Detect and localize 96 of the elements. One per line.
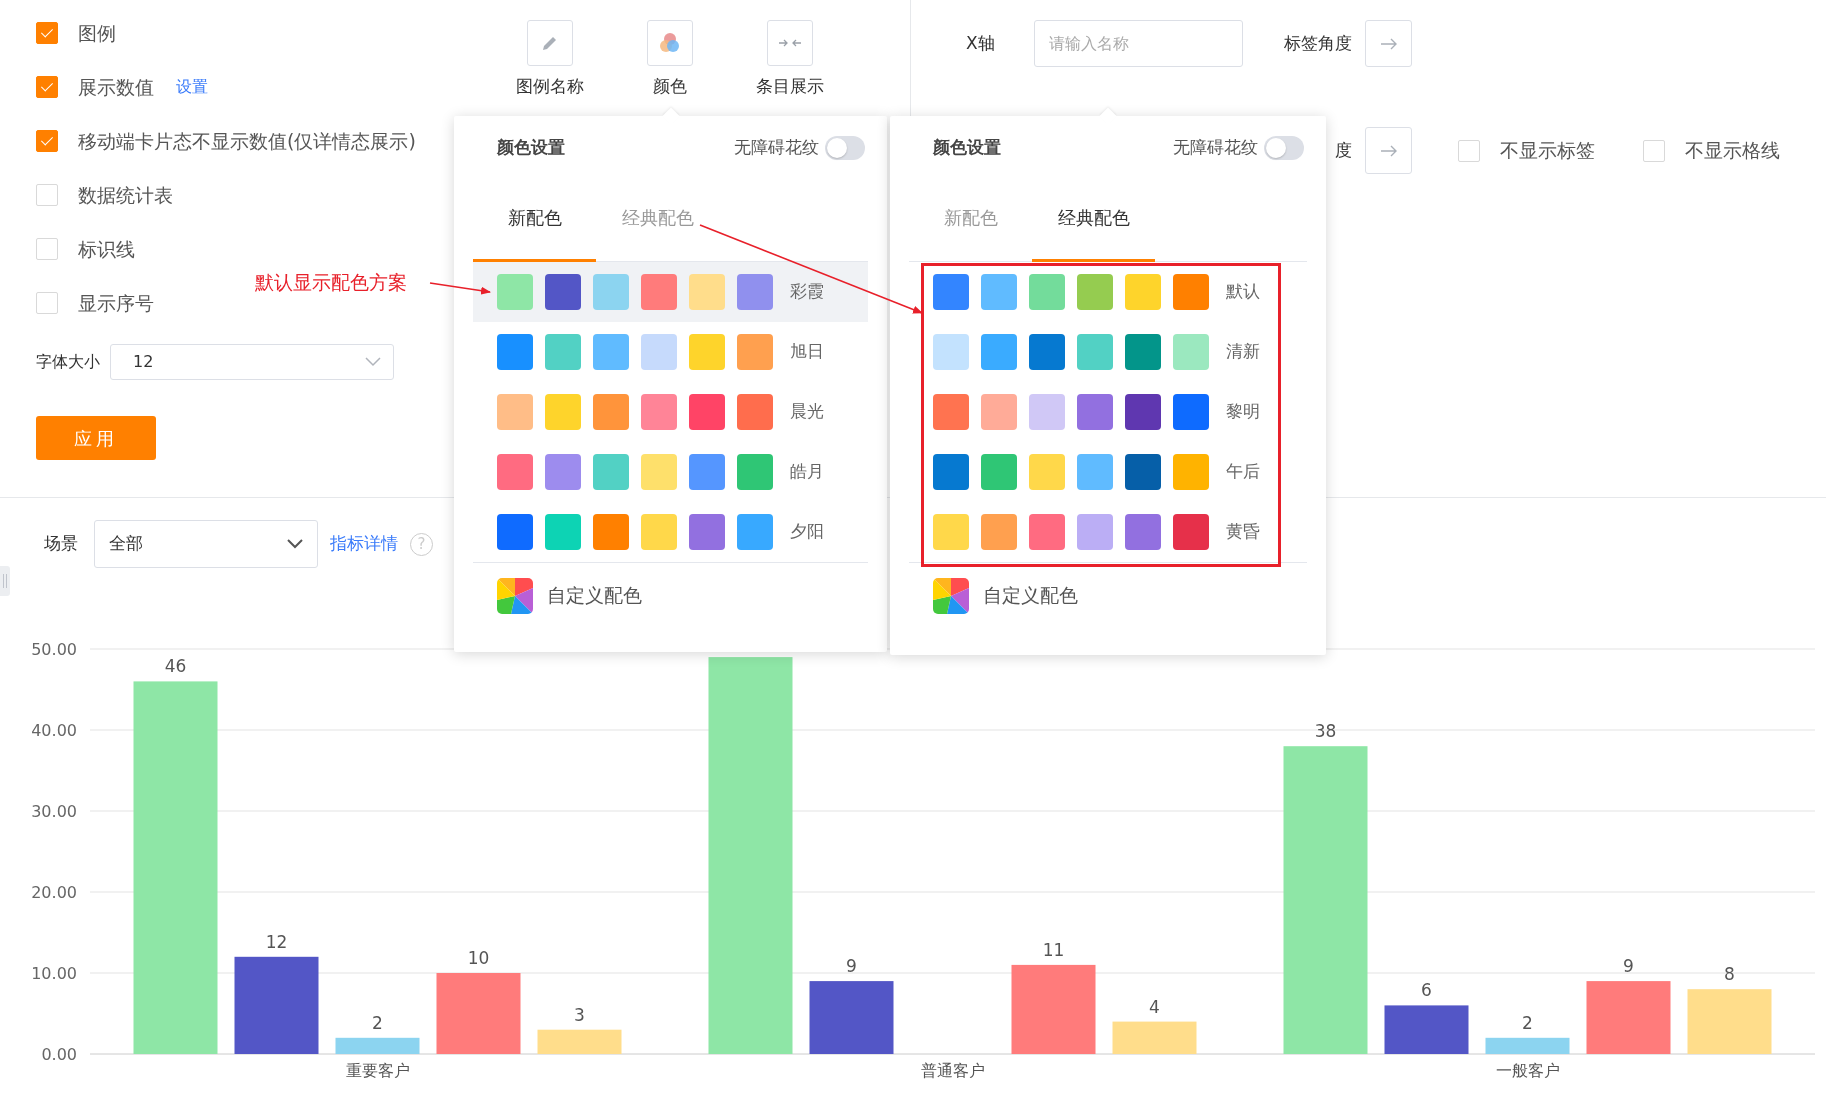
chevron-down-icon bbox=[365, 357, 381, 367]
option-label: 标识线 bbox=[78, 236, 135, 262]
category-label: 普通客户 bbox=[920, 1061, 985, 1080]
checkbox[interactable] bbox=[36, 76, 58, 98]
option-label: 数据统计表 bbox=[78, 182, 173, 208]
scheme-name: 彩霞 bbox=[790, 280, 824, 304]
color-wheel-icon bbox=[497, 577, 533, 614]
scheme-row[interactable]: 清新 bbox=[909, 322, 1307, 382]
scheme-name: 黎明 bbox=[1226, 400, 1260, 424]
value-label: 38 bbox=[1314, 721, 1337, 742]
scheme-name: 清新 bbox=[1226, 340, 1260, 364]
resize-handle[interactable] bbox=[0, 566, 10, 596]
scene-select[interactable]: 全部 bbox=[94, 520, 318, 568]
value-label: 46 bbox=[164, 656, 187, 677]
angle-button[interactable] bbox=[1365, 20, 1412, 67]
popup-title: 颜色设置 bbox=[933, 136, 1001, 160]
arrows-inward-icon bbox=[778, 37, 802, 49]
checkbox[interactable] bbox=[1643, 139, 1665, 162]
checkbox[interactable] bbox=[36, 292, 58, 314]
toggle-switch[interactable] bbox=[825, 136, 865, 160]
axis-label: 0.00 bbox=[41, 1045, 77, 1064]
toolbar-label: 颜色 bbox=[653, 75, 687, 98]
scheme-row[interactable]: 午后 bbox=[909, 442, 1307, 502]
option-label: 不显示标签 bbox=[1500, 138, 1595, 164]
value-label: 10 bbox=[467, 948, 490, 968]
checkbox[interactable] bbox=[1458, 139, 1480, 162]
color-circles-icon bbox=[658, 31, 682, 55]
color-wheel-icon bbox=[933, 577, 969, 614]
popup-title: 颜色设置 bbox=[497, 136, 565, 160]
annotation-arrow bbox=[429, 282, 491, 295]
scheme-name: 皓月 bbox=[790, 460, 824, 484]
custom-colors-link[interactable]: 自定义配色 bbox=[547, 581, 642, 610]
tab[interactable]: 经典配色 bbox=[1032, 180, 1155, 262]
axis-label: X轴 bbox=[966, 31, 996, 55]
value-label: 9 bbox=[1623, 956, 1634, 977]
axis-label: 30.00 bbox=[31, 802, 77, 821]
toggle-switch[interactable] bbox=[1264, 136, 1304, 160]
scheme-name: 午后 bbox=[1226, 460, 1260, 484]
chevron-down-icon bbox=[287, 539, 303, 549]
right-arrow-icon bbox=[1379, 37, 1398, 50]
value-label: 12 bbox=[265, 931, 288, 952]
scheme-row[interactable]: 晨光 bbox=[473, 382, 868, 442]
checkbox[interactable] bbox=[36, 22, 58, 44]
scheme-row[interactable]: 夕阳 bbox=[473, 502, 868, 562]
value-label: 2 bbox=[372, 1012, 383, 1033]
font-size-select[interactable]: 12 bbox=[110, 344, 394, 380]
axis-label: 40.00 bbox=[31, 721, 77, 740]
field-label: 字体大小 bbox=[36, 351, 100, 373]
details-link[interactable]: 指标详情 bbox=[330, 531, 398, 557]
toolbar-button[interactable] bbox=[647, 20, 693, 66]
category-label: 一般客户 bbox=[1495, 1061, 1560, 1080]
scheme-row[interactable]: 旭日 bbox=[473, 322, 868, 382]
scheme-name: 晨光 bbox=[790, 400, 824, 424]
angle-label: 度 bbox=[1335, 138, 1352, 162]
toolbar-button[interactable] bbox=[767, 20, 813, 66]
toggle-label: 无障碍花纹 bbox=[734, 136, 819, 160]
scheme-name: 旭日 bbox=[790, 340, 824, 364]
scheme-row[interactable]: 黎明 bbox=[909, 382, 1307, 442]
value-label: 2 bbox=[1522, 1012, 1533, 1033]
option-label: 图例 bbox=[78, 20, 116, 46]
value-label: 6 bbox=[1421, 980, 1432, 1001]
toolbar-label: 条目展示 bbox=[756, 75, 824, 98]
right-arrow-icon bbox=[1379, 144, 1398, 157]
scheme-row[interactable]: 黄昏 bbox=[909, 502, 1307, 562]
axis-label: 10.00 bbox=[31, 964, 77, 983]
scheme-name: 默认 bbox=[1226, 280, 1260, 304]
name-input[interactable]: 请输入名称 bbox=[1034, 20, 1243, 67]
scheme-name: 夕阳 bbox=[790, 520, 824, 544]
field-label: 场景 bbox=[44, 532, 78, 556]
option-label: 不显示格线 bbox=[1685, 138, 1780, 164]
scheme-row[interactable]: 彩霞 bbox=[473, 262, 868, 322]
scheme-row[interactable]: 默认 bbox=[909, 262, 1307, 322]
checkbox[interactable] bbox=[36, 238, 58, 260]
toolbar-label: 图例名称 bbox=[516, 75, 584, 98]
annotation-text: 默认显示配色方案 bbox=[255, 270, 407, 295]
option-label: 移动端卡片态不显示数值(仅详情态展示) bbox=[78, 128, 416, 154]
toggle-label: 无障碍花纹 bbox=[1173, 136, 1258, 160]
value-label: 3 bbox=[574, 1004, 585, 1025]
option-label: 展示数值 bbox=[78, 74, 154, 100]
category-label: 重要客户 bbox=[345, 1061, 410, 1080]
axis-label: 50.00 bbox=[31, 640, 77, 659]
settings-link[interactable]: 设置 bbox=[176, 75, 208, 99]
custom-colors-link[interactable]: 自定义配色 bbox=[983, 581, 1078, 610]
scheme-row[interactable]: 皓月 bbox=[473, 442, 868, 502]
option-label: 显示序号 bbox=[78, 290, 154, 316]
angle-button[interactable] bbox=[1365, 127, 1412, 174]
axis-label: 20.00 bbox=[31, 883, 77, 902]
scheme-name: 黄昏 bbox=[1226, 520, 1260, 544]
angle-label: 标签角度 bbox=[1284, 31, 1352, 55]
value-label: 11 bbox=[1042, 939, 1065, 960]
toolbar-button[interactable] bbox=[527, 20, 573, 66]
checkbox[interactable] bbox=[36, 184, 58, 206]
value-label: 8 bbox=[1724, 964, 1735, 985]
value-label: 9 bbox=[846, 956, 857, 977]
checkbox[interactable] bbox=[36, 130, 58, 152]
value-label: 4 bbox=[1149, 996, 1160, 1017]
